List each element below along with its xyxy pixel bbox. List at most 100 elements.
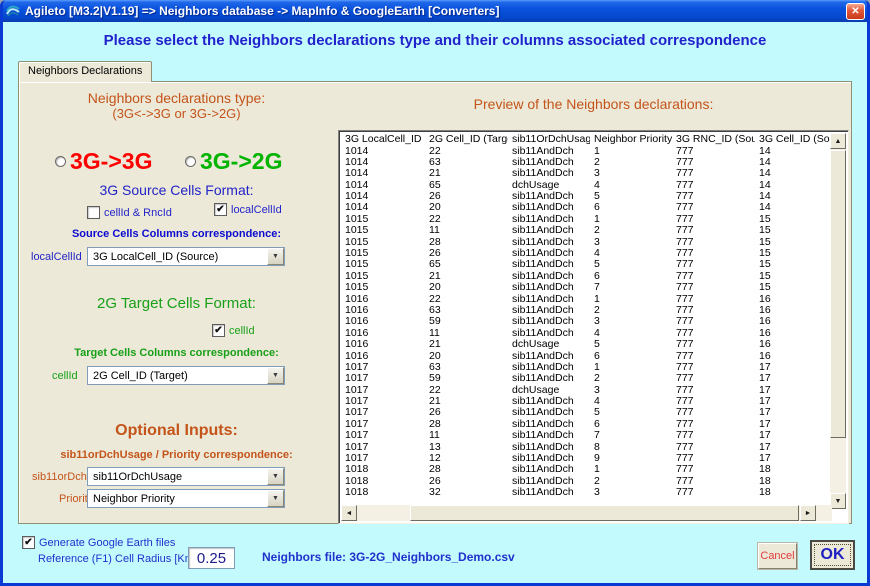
table-cell: 1017 [341,442,425,453]
table-row[interactable]: 101763sib11AndDch177717 [341,362,832,373]
table-row[interactable]: 101565sib11AndDch577715 [341,259,832,270]
chevron-down-icon[interactable]: ▼ [267,248,284,265]
scroll-up-icon[interactable]: ▲ [830,133,846,149]
table-row[interactable]: 101526sib11AndDch477715 [341,248,832,259]
table-cell: sib11AndDch [508,396,590,407]
source-column-dropdown[interactable]: 3G LocalCell_ID (Source) ▼ [87,247,285,266]
table-row[interactable]: 101621dchUsage577716 [341,339,832,350]
table-cell: 1018 [341,487,425,498]
table-row[interactable]: 101426sib11AndDch577714 [341,191,832,202]
tab-neighbors-declarations[interactable]: Neighbors Declarations [18,61,152,82]
table-cell: sib11AndDch [508,328,590,339]
table-cell: 777 [672,396,755,407]
table-cell: 21 [425,396,508,407]
radio-3g-3g-label: 3G->3G [70,148,152,175]
table-cell: sib11AndDch [508,407,590,418]
neighbors-file-label: Neighbors file: 3G-2G_Neighbors_Demo.csv [262,550,515,564]
table-row[interactable]: 101832sib11AndDch377718 [341,487,832,498]
table-row[interactable]: 101611sib11AndDch477716 [341,328,832,339]
table-cell: dchUsage [508,180,590,191]
table-cell: 16 [755,339,832,350]
table-row[interactable]: 101620sib11AndDch677716 [341,351,832,362]
table-cell: 777 [672,351,755,362]
table-row[interactable]: 101521sib11AndDch677715 [341,271,832,282]
table-cell: dchUsage [508,385,590,396]
close-button[interactable]: ✕ [846,3,865,20]
table-row[interactable]: 101511sib11AndDch277715 [341,225,832,236]
chevron-down-icon[interactable]: ▼ [267,468,284,485]
ok-button[interactable]: OK [810,540,855,570]
table-row[interactable]: 101463sib11AndDch277714 [341,157,832,168]
checkbox-localcellid[interactable]: ✔ localCellId [214,203,282,216]
table-cell: sib11AndDch [508,476,590,487]
table-cell: 1016 [341,351,425,362]
radio-3g-2g[interactable]: 3G->2G [185,148,282,175]
declarations-type-subtitle: (3G<->3G or 3G->2G) [19,106,334,121]
table-row[interactable]: 101759sib11AndDch277717 [341,373,832,384]
source-column-dropdown-value: 3G LocalCell_ID (Source) [88,248,267,265]
table-row[interactable]: 101659sib11AndDch377716 [341,316,832,327]
table-cell: 1015 [341,282,425,293]
table-cell: 4 [590,180,672,191]
sib11ordch-dropdown[interactable]: sib11OrDchUsage ▼ [87,467,285,486]
vertical-scrollbar[interactable]: ▲ ▼ [830,133,846,509]
table-row[interactable]: 101728sib11AndDch677717 [341,419,832,430]
table-cell: 17 [755,442,832,453]
table-cell: 17 [755,362,832,373]
table-row[interactable]: 101528sib11AndDch377715 [341,237,832,248]
table-row[interactable]: 101712sib11AndDch977717 [341,453,832,464]
table-row[interactable]: 101722dchUsage377717 [341,385,832,396]
table-cell: 1016 [341,294,425,305]
checkbox-generate-google-earth[interactable]: ✔ Generate Google Earth files [22,536,175,549]
checkbox-cellid[interactable]: ✔ cellId [212,324,255,337]
table-row[interactable]: 101421sib11AndDch377714 [341,168,832,179]
localcellid-row-label: localCellId [31,251,82,263]
chevron-down-icon[interactable]: ▼ [267,490,284,507]
table-row[interactable]: 101465dchUsage477714 [341,180,832,191]
table-row[interactable]: 101622sib11AndDch177716 [341,294,832,305]
cell-radius-input[interactable]: 0.25 [188,547,235,569]
table-row[interactable]: 101522sib11AndDch177715 [341,214,832,225]
table-cell: 1017 [341,396,425,407]
scroll-left-icon[interactable]: ◄ [341,505,357,521]
declaration-type-radio-group: 3G->3G 3G->2G [19,144,334,172]
table-row[interactable]: 101721sib11AndDch477717 [341,396,832,407]
table-cell: 15 [755,237,832,248]
table-cell: 777 [672,157,755,168]
table-cell: 1 [590,362,672,373]
scroll-down-icon[interactable]: ▼ [830,493,846,509]
table-row[interactable]: 101663sib11AndDch277716 [341,305,832,316]
horizontal-scrollbar-thumb[interactable] [410,505,799,521]
scroll-right-icon[interactable]: ► [800,505,816,521]
table-cell: 4 [590,396,672,407]
table-cell: sib11AndDch [508,248,590,259]
table-row[interactable]: 101420sib11AndDch677714 [341,202,832,213]
table-row[interactable]: 101828sib11AndDch177718 [341,464,832,475]
table-cell: 1 [590,214,672,225]
table-row[interactable]: 101713sib11AndDch877717 [341,442,832,453]
optional-inputs-title: Optional Inputs: [19,422,334,440]
table-cell: 1014 [341,157,425,168]
checkbox-cellid-rncid[interactable]: ✔ cellId & RncId [87,206,172,219]
chevron-down-icon[interactable]: ▼ [267,367,284,384]
check-icon: ✔ [216,205,224,215]
table-row[interactable]: 101520sib11AndDch777715 [341,282,832,293]
table-cell: 777 [672,419,755,430]
table-cell: 1017 [341,419,425,430]
radio-3g-3g[interactable]: 3G->3G [55,148,152,175]
table-cell: 14 [755,191,832,202]
checkbox-cellid-label: cellId [229,325,255,337]
table-row[interactable]: 101711sib11AndDch777717 [341,430,832,441]
table-cell: 16 [755,294,832,305]
priority-dropdown[interactable]: Neighbor Priority ▼ [87,489,285,508]
table-header-cell: 3G Cell_ID (Sourc [755,133,832,146]
table-row[interactable]: 101422sib11AndDch177714 [341,146,832,157]
vertical-scrollbar-thumb[interactable] [830,150,846,438]
table-row[interactable]: 101826sib11AndDch277718 [341,476,832,487]
table-cell: 22 [425,385,508,396]
table-row[interactable]: 101726sib11AndDch577717 [341,407,832,418]
horizontal-scrollbar[interactable]: ◄ ► [341,505,832,521]
target-column-dropdown[interactable]: 2G Cell_ID (Target) ▼ [87,366,285,385]
cancel-button[interactable]: Cancel [758,543,797,569]
table-cell: 2 [590,373,672,384]
